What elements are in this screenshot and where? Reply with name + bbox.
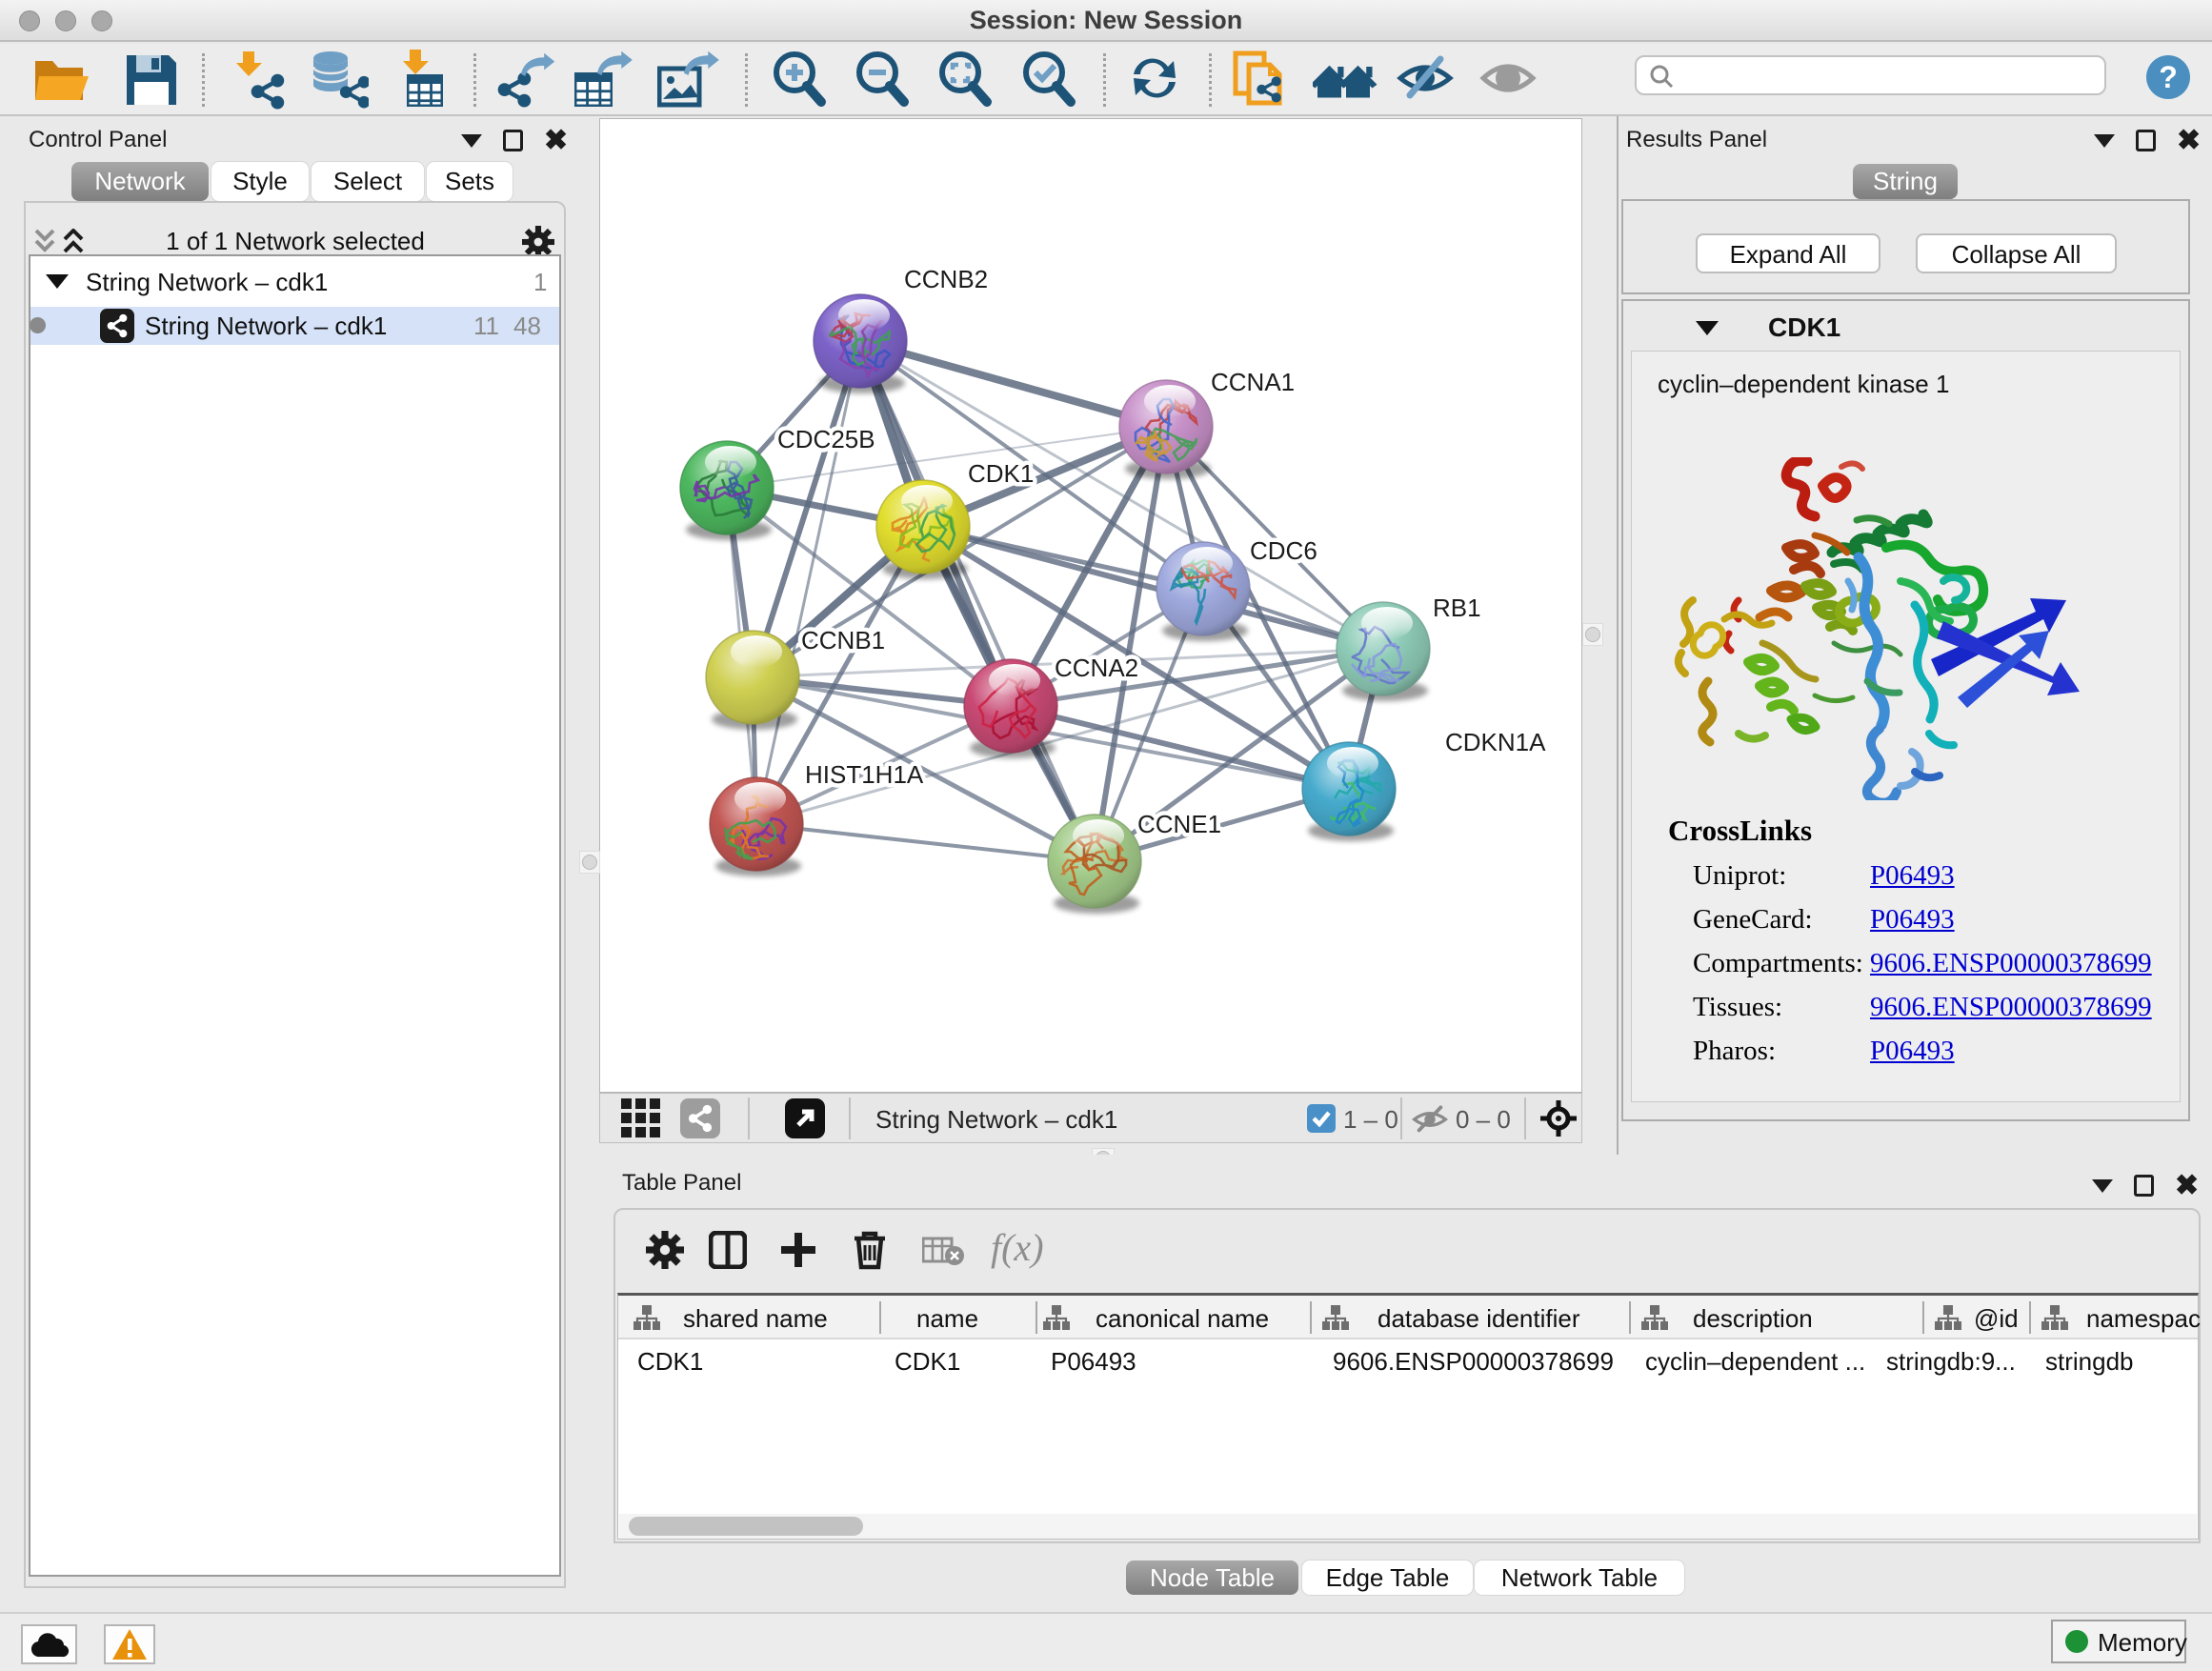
svg-text:RB1: RB1	[1433, 594, 1481, 622]
svg-text:CDC25B: CDC25B	[777, 425, 875, 453]
svg-text:CDKN1A: CDKN1A	[1445, 728, 1546, 756]
svg-text:HIST1H1A: HIST1H1A	[805, 760, 924, 789]
svg-text:CCNE1: CCNE1	[1137, 810, 1221, 838]
svg-text:CDC6: CDC6	[1250, 536, 1317, 565]
svg-text:CCNA1: CCNA1	[1211, 368, 1295, 396]
svg-text:CCNB2: CCNB2	[904, 265, 988, 293]
svg-text:CDK1: CDK1	[968, 459, 1034, 488]
svg-text:CCNA2: CCNA2	[1055, 654, 1138, 682]
svg-text:CCNB1: CCNB1	[801, 626, 885, 654]
